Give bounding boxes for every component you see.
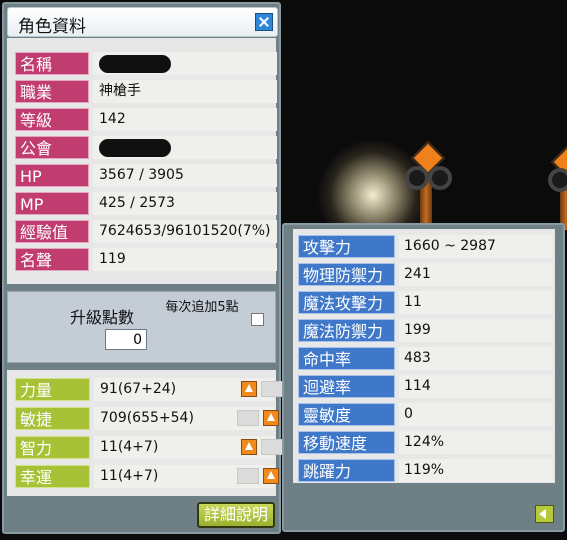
info-label: 名稱 bbox=[15, 52, 89, 75]
info-label: HP bbox=[15, 164, 89, 187]
info-row-mp: MP 425 / 2573 bbox=[15, 192, 277, 217]
detail-value: 119% bbox=[399, 459, 553, 482]
detail-label: 跳躍力 bbox=[298, 459, 395, 482]
ap-value: 0 bbox=[105, 329, 147, 350]
stat-label: 力量 bbox=[15, 378, 90, 401]
window-title: 角色資料 bbox=[18, 17, 86, 37]
detail-button[interactable]: 詳細說明 bbox=[197, 502, 275, 528]
auto-assign-checkbox[interactable] bbox=[251, 313, 264, 326]
info-label: 職業 bbox=[15, 80, 89, 103]
stat-row-str: 力量 91(67+24) bbox=[15, 378, 283, 403]
info-value: 7624653/96101520(7%) bbox=[93, 220, 277, 243]
detail-value: 241 bbox=[399, 263, 553, 286]
detail-value: 1660 ~ 2987 bbox=[399, 235, 553, 258]
detail-row-magic-def: 魔法防禦力 199 bbox=[298, 319, 553, 344]
info-value: 3567 / 3905 bbox=[93, 164, 277, 187]
redacted-mask bbox=[99, 139, 171, 157]
info-row-name: 名稱 bbox=[15, 52, 277, 77]
info-label: 等級 bbox=[15, 108, 89, 131]
detail-row-hands: 靈敏度 0 bbox=[298, 403, 553, 428]
info-label: MP bbox=[15, 192, 89, 215]
stats-panel: 力量 91(67+24) 敏捷 709(655+54) 智力 11(4+7) 幸… bbox=[7, 370, 283, 496]
detail-row-speed: 移動速度 124% bbox=[298, 431, 553, 456]
info-label: 名聲 bbox=[15, 248, 89, 271]
detail-value: 11 bbox=[399, 291, 553, 314]
info-value: 142 bbox=[93, 108, 277, 131]
detail-row-magic-atk: 魔法攻擊力 11 bbox=[298, 291, 553, 316]
stat-label: 幸運 bbox=[15, 465, 90, 488]
info-row-exp: 經驗值 7624653/96101520(7%) bbox=[15, 220, 277, 245]
close-icon[interactable] bbox=[255, 13, 273, 31]
detail-row-attack: 攻擊力 1660 ~ 2987 bbox=[298, 235, 553, 260]
detail-value: 114 bbox=[399, 375, 553, 398]
detail-row-jump: 跳躍力 119% bbox=[298, 459, 553, 484]
arrow-up-icon[interactable] bbox=[241, 381, 257, 397]
redacted-mask bbox=[99, 55, 171, 73]
detail-value: 199 bbox=[399, 319, 553, 342]
info-row-job: 職業 神槍手 bbox=[15, 80, 277, 105]
arrow-up-icon[interactable] bbox=[263, 410, 279, 426]
stat-row-dex: 敏捷 709(655+54) bbox=[15, 407, 279, 432]
detail-label: 命中率 bbox=[298, 347, 395, 370]
detail-row-accuracy: 命中率 483 bbox=[298, 347, 553, 372]
ap-title: 升級點數 bbox=[70, 308, 135, 327]
back-arrow-icon[interactable] bbox=[535, 505, 554, 523]
detail-label: 靈敏度 bbox=[298, 403, 395, 426]
lamp-ring-icon bbox=[405, 166, 429, 190]
info-value bbox=[93, 136, 277, 159]
info-value: 神槍手 bbox=[93, 80, 277, 103]
character-info-window: 角色資料 名稱 職業 神槍手 等級 142 公會 HP 3567 / 3905 … bbox=[2, 2, 283, 534]
detailed-stats-panel: 攻擊力 1660 ~ 2987 物理防禦力 241 魔法攻擊力 11 魔法防禦力… bbox=[293, 229, 555, 483]
auto-assign-label: 每次追加5點 bbox=[165, 300, 239, 315]
info-label: 經驗值 bbox=[15, 220, 89, 243]
info-row-fame: 名聲 119 bbox=[15, 248, 277, 273]
detail-label: 移動速度 bbox=[298, 431, 395, 454]
info-row-level: 等級 142 bbox=[15, 108, 277, 133]
lamp-ring-icon bbox=[548, 168, 567, 192]
detailed-stats-window: 攻擊力 1660 ~ 2987 物理防禦力 241 魔法攻擊力 11 魔法防禦力… bbox=[282, 223, 565, 532]
window-title-bar[interactable]: 角色資料 bbox=[7, 7, 278, 37]
detail-label: 物理防禦力 bbox=[298, 263, 395, 286]
detail-label: 魔法攻擊力 bbox=[298, 291, 395, 314]
lamp-ring-icon bbox=[428, 166, 452, 190]
detail-row-phys-def: 物理防禦力 241 bbox=[298, 263, 553, 288]
basic-info-panel: 名稱 職業 神槍手 等級 142 公會 HP 3567 / 3905 MP 42… bbox=[7, 38, 277, 284]
stat-row-int: 智力 11(4+7) bbox=[15, 436, 283, 461]
detail-label: 魔法防禦力 bbox=[298, 319, 395, 342]
arrow-up-icon[interactable] bbox=[241, 439, 257, 455]
stat-slot bbox=[237, 410, 259, 426]
info-label: 公會 bbox=[15, 136, 89, 159]
info-row-hp: HP 3567 / 3905 bbox=[15, 164, 277, 189]
stat-slot bbox=[261, 381, 283, 397]
detail-value: 124% bbox=[399, 431, 553, 454]
info-value: 425 / 2573 bbox=[93, 192, 277, 215]
stat-slot bbox=[261, 439, 283, 455]
stat-row-luk: 幸運 11(4+7) bbox=[15, 465, 279, 490]
stat-label: 敏捷 bbox=[15, 407, 90, 430]
detail-row-avoid: 迴避率 114 bbox=[298, 375, 553, 400]
stat-slot bbox=[237, 468, 259, 484]
info-value: 119 bbox=[93, 248, 277, 271]
info-row-guild: 公會 bbox=[15, 136, 277, 161]
detail-label: 攻擊力 bbox=[298, 235, 395, 258]
detail-value: 483 bbox=[399, 347, 553, 370]
info-value bbox=[93, 52, 277, 75]
stat-label: 智力 bbox=[15, 436, 90, 459]
detail-label: 迴避率 bbox=[298, 375, 395, 398]
ability-points-panel: 升級點數 0 每次追加5點 bbox=[7, 291, 276, 363]
arrow-up-icon[interactable] bbox=[263, 468, 279, 484]
detail-value: 0 bbox=[399, 403, 553, 426]
